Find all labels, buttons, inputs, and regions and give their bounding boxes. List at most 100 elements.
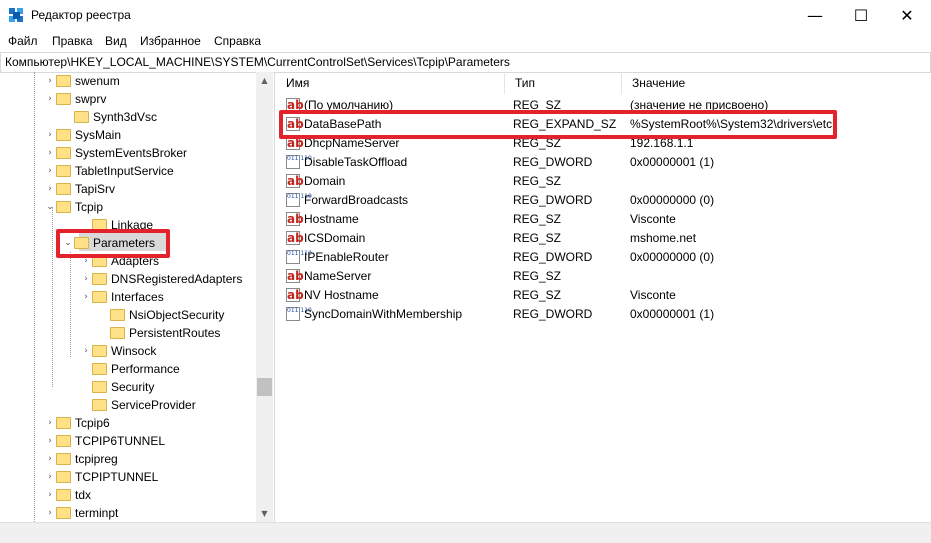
tree-item-label: Tcpip6 (75, 416, 110, 430)
tree-item-dnsregisteredadapters[interactable]: › DNSRegisteredAdapters (80, 270, 242, 288)
column-name[interactable]: Имя (276, 72, 505, 94)
string-value-icon: ab (286, 231, 304, 245)
tree-item-label: swenum (75, 74, 120, 88)
column-type[interactable]: Тип (505, 72, 622, 94)
chevron-right-icon[interactable]: › (44, 94, 56, 104)
string-value-icon: ab (286, 212, 304, 226)
value-type: REG_SZ (513, 269, 562, 283)
chevron-right-icon[interactable]: › (44, 418, 56, 428)
minimize-icon: — (807, 6, 823, 25)
string-value-icon: ab (286, 174, 304, 188)
folder-icon (110, 327, 125, 339)
tree-item-label: ServiceProvider (111, 398, 196, 412)
chevron-right-icon[interactable]: › (80, 346, 92, 356)
value-data: 0x00000001 (1) (630, 307, 715, 321)
highlight-databasepath (279, 110, 837, 139)
tree-item-interfaces[interactable]: › Interfaces (80, 288, 164, 306)
address-bar[interactable]: Компьютер\HKEY_LOCAL_MACHINE\SYSTEM\Curr… (0, 52, 931, 73)
tree-item-swprv[interactable]: › swprv (44, 90, 106, 108)
value-data: Visconte (630, 288, 676, 302)
tree-item-tdx[interactable]: › tdx (44, 486, 91, 504)
tree-item-performance[interactable]: Performance (80, 360, 180, 378)
tree-item-tcpipreg[interactable]: › tcpipreg (44, 450, 118, 468)
chevron-right-icon[interactable]: › (44, 76, 56, 86)
value-data: Visconte (630, 212, 676, 226)
column-value[interactable]: Значение (622, 72, 931, 94)
tree-item-label: Interfaces (111, 290, 164, 304)
value-name: SyncDomainWithMembership (304, 307, 463, 321)
menu-favorites[interactable]: Избранное (140, 34, 201, 48)
tree-item-tcpip6[interactable]: › Tcpip6 (44, 414, 110, 432)
tree-item-label: Performance (111, 362, 180, 376)
tree-item-label: Synth3dVsc (93, 110, 158, 124)
value-type: REG_DWORD (513, 155, 593, 169)
folder-icon (56, 147, 71, 159)
tree-item-tabletinputservice[interactable]: › TabletInputService (44, 162, 174, 180)
tree-item-sysmain[interactable]: › SysMain (44, 126, 121, 144)
tree-item-winsock[interactable]: › Winsock (80, 342, 156, 360)
value-row[interactable]: 011 110 SyncDomainWithMembership REG_DWORD… (276, 305, 931, 324)
value-row[interactable]: 011 110 DisableTaskOffload REG_DWORD 0x0000… (276, 153, 931, 172)
folder-icon (56, 201, 71, 213)
tree-item-tcpip6tunnel[interactable]: › TCPIP6TUNNEL (44, 432, 165, 450)
value-row[interactable]: ab NV Hostname REG_SZ Visconte (276, 286, 931, 305)
menu-file[interactable]: Файл (8, 34, 38, 48)
maximize-button[interactable]: ☐ (838, 0, 884, 31)
close-button[interactable]: ✕ (884, 0, 930, 31)
tree-item-tcpip[interactable]: ⌄ Tcpip (44, 198, 103, 216)
chevron-down-icon[interactable]: ⌄ (44, 202, 56, 212)
highlight-parameters (56, 229, 170, 258)
chevron-right-icon[interactable]: › (80, 292, 92, 302)
address-path[interactable]: Компьютер\HKEY_LOCAL_MACHINE\SYSTEM\Curr… (5, 55, 510, 69)
value-name: IPEnableRouter (304, 250, 389, 264)
tree-item-label: TapiSrv (75, 182, 116, 196)
chevron-right-icon[interactable]: › (44, 436, 56, 446)
folder-icon (56, 507, 71, 519)
value-row[interactable]: 011 110 ForwardBroadcasts REG_DWORD 0x00000… (276, 191, 931, 210)
folder-icon (56, 417, 71, 429)
chevron-right-icon[interactable]: › (44, 472, 56, 482)
chevron-right-icon[interactable]: › (44, 184, 56, 194)
scroll-down-icon[interactable]: ▼ (256, 505, 273, 522)
scroll-up-icon[interactable]: ▲ (256, 72, 273, 89)
window-title: Редактор реестра (31, 8, 131, 22)
tree-item-swenum[interactable]: › swenum (44, 72, 120, 90)
tree-item-terminpt[interactable]: › terminpt (44, 504, 118, 522)
tree-item-security[interactable]: Security (80, 378, 154, 396)
chevron-right-icon[interactable]: › (44, 508, 56, 518)
menu-edit[interactable]: Правка (52, 34, 93, 48)
tree-item-tapisrv[interactable]: › TapiSrv (44, 180, 115, 198)
value-row[interactable]: ab NameServer REG_SZ (276, 267, 931, 286)
minimize-button[interactable]: — (792, 0, 838, 31)
tree-item-synth3dvsc[interactable]: Synth3dVsc (62, 108, 157, 126)
value-row[interactable]: 011 110 IPEnableRouter REG_DWORD 0x00000000… (276, 248, 931, 267)
folder-icon (56, 129, 71, 141)
binary-value-icon: 011 110 (286, 250, 312, 264)
tree-scrollbar[interactable]: ▲ ▼ (256, 72, 273, 522)
value-row[interactable]: ab Domain REG_SZ (276, 172, 931, 191)
value-type: REG_DWORD (513, 193, 593, 207)
tree-item-systemeventsbroker[interactable]: › SystemEventsBroker (44, 144, 187, 162)
tree-item-nsiobjectsecurity[interactable]: NsiObjectSecurity (98, 306, 224, 324)
chevron-right-icon[interactable]: › (80, 274, 92, 284)
tree-item-serviceprovider[interactable]: ServiceProvider (80, 396, 196, 414)
value-row[interactable]: ab Hostname REG_SZ Visconte (276, 210, 931, 229)
chevron-right-icon[interactable]: › (44, 148, 56, 158)
tree-item-label: NsiObjectSecurity (129, 308, 225, 322)
folder-icon (56, 435, 71, 447)
value-data: 0x00000000 (0) (630, 193, 715, 207)
scroll-thumb[interactable] (257, 378, 272, 396)
string-value-icon: ab (286, 269, 304, 283)
chevron-right-icon[interactable]: › (44, 130, 56, 140)
menu-view[interactable]: Вид (105, 34, 127, 48)
chevron-right-icon[interactable]: › (44, 490, 56, 500)
tree-item-tcpiptunnel[interactable]: › TCPIPTUNNEL (44, 468, 158, 486)
tree-item-persistentroutes[interactable]: PersistentRoutes (98, 324, 220, 342)
chevron-right-icon[interactable]: › (44, 454, 56, 464)
chevron-right-icon[interactable]: › (44, 166, 56, 176)
binary-value-icon: 011 110 (286, 193, 312, 207)
menu-help[interactable]: Справка (214, 34, 261, 48)
string-value-icon: ab (286, 288, 304, 302)
value-row[interactable]: ab ICSDomain REG_SZ mshome.net (276, 229, 931, 248)
bottom-scrollbar[interactable] (0, 522, 931, 543)
